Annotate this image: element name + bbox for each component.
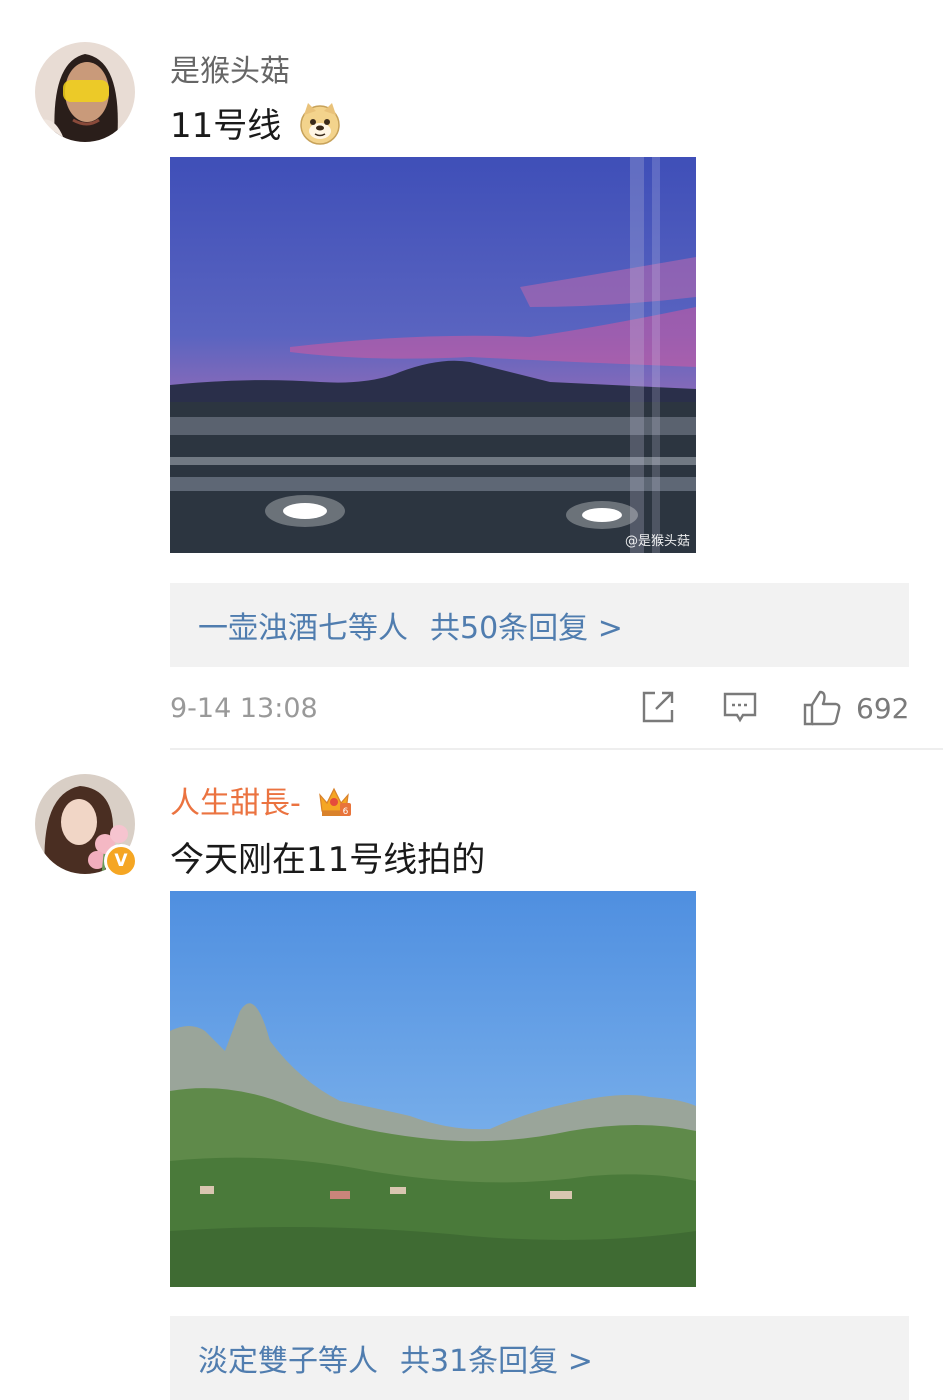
comment-button[interactable] (722, 689, 758, 725)
comment-text: 11号线 (170, 98, 342, 154)
repost-button[interactable] (640, 689, 676, 725)
svg-text:6: 6 (343, 807, 349, 817)
verified-badge-icon: V (104, 844, 138, 878)
thumbs-up-icon (803, 690, 841, 726)
replies-count: 共31条回复 > (400, 1344, 593, 1379)
timestamp: 9-14 13:08 (170, 693, 318, 724)
username[interactable]: 是猴头菇 (170, 46, 290, 90)
photo-watermark: @是猴头菇 (624, 534, 690, 549)
comment-text-body: 11号线 (170, 106, 282, 146)
comment-photo-mountains[interactable] (170, 891, 696, 1287)
doge-emoji-icon (298, 101, 342, 154)
comment-item: 是猴头菇 11号线 @是猴头菇 一壶浊酒七等人 共50条回复 > 9-14 13… (0, 0, 943, 750)
repost-icon (642, 691, 674, 723)
comment-item: V 人生甜長- 6 今天刚在11号线拍的 淡定雙子等人 共31条回复 > (0, 750, 943, 1400)
crown-badge-icon: 6 (316, 785, 352, 827)
comment-text: 今天刚在11号线拍的 (170, 840, 486, 880)
replies-summary-button[interactable]: 淡定雙子等人 共31条回复 > (170, 1316, 909, 1400)
replies-count: 共50条回复 > (430, 611, 623, 646)
replies-names: 一壶浊酒七等人 (198, 611, 408, 646)
comment-icon (723, 692, 757, 723)
avatar[interactable] (35, 42, 135, 142)
username-text: 人生甜長- (170, 786, 301, 821)
like-button[interactable]: 692 (802, 689, 909, 727)
comment-meta-row: 9-14 13:08 692 (170, 689, 909, 729)
replies-names: 淡定雙子等人 (198, 1344, 378, 1379)
replies-summary-button[interactable]: 一壶浊酒七等人 共50条回复 > (170, 583, 909, 667)
like-count: 692 (856, 691, 910, 725)
comment-photo-sunset[interactable]: @是猴头菇 (170, 157, 696, 553)
username[interactable]: 人生甜長- 6 (170, 778, 352, 827)
